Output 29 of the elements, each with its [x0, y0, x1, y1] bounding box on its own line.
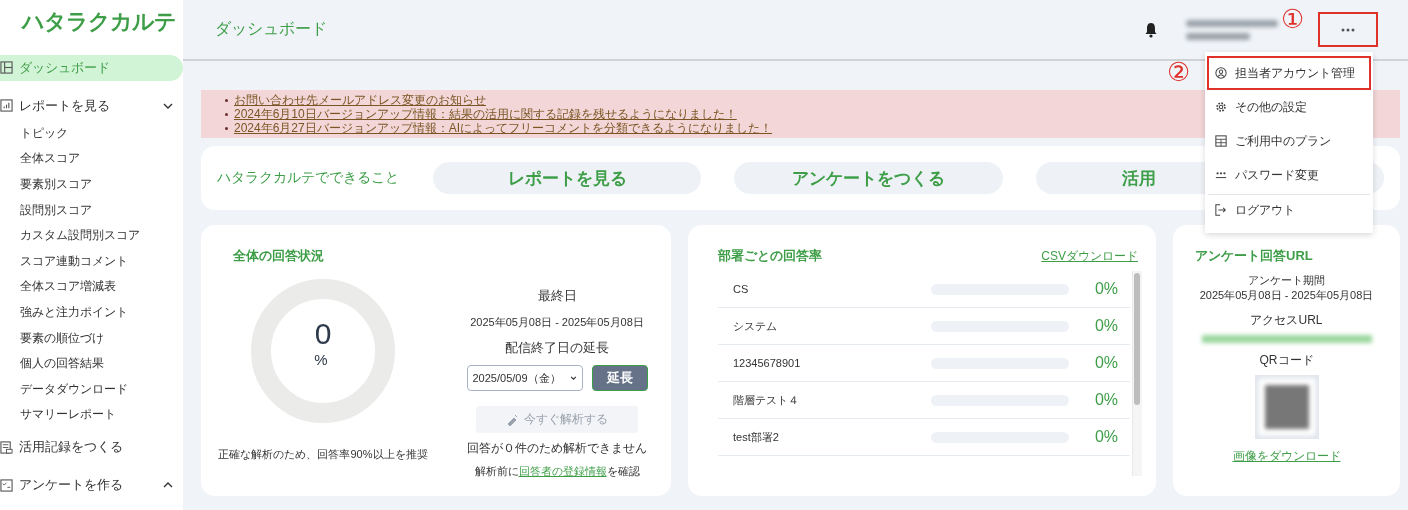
card-title: 全体の回答状況 — [233, 247, 325, 265]
department-name: 階層テスト４ — [732, 392, 800, 408]
department-name: test部署2 — [732, 429, 780, 445]
recommendation-text: 正確な解析のため、回答率90%以上を推奨 — [218, 447, 428, 462]
period-label: アンケート期間 — [1248, 273, 1325, 288]
rate-text: 0% — [1093, 391, 1119, 409]
rate-text: 0% — [1093, 317, 1119, 335]
department-name: 12345678901 — [732, 357, 802, 369]
features-title: ハタラクカルテでできること — [217, 169, 399, 187]
department-name: システム — [732, 318, 778, 334]
rate-unit: % — [314, 351, 328, 368]
department-name: CS — [732, 283, 750, 295]
rate-text: 0% — [1093, 428, 1119, 446]
access-url-label: アクセスURL — [1250, 312, 1323, 329]
card-title: 部署ごとの回答率 — [718, 247, 822, 265]
extend-label: 配信終了日の延長 — [505, 339, 609, 357]
qr-label: QRコード — [1259, 352, 1314, 369]
annotation-number: ② — [1167, 57, 1191, 87]
period-text: 2025年05月08日 - 2025年05月08日 — [470, 315, 644, 330]
annotation-number: ① — [1281, 4, 1305, 34]
period-text: 2025年05月08日 - 2025年05月08日 — [1199, 288, 1374, 303]
deadline-label: 最終日 — [537, 287, 577, 305]
page-title: ダッシュボード — [215, 19, 328, 39]
check-note: 解析前に回答者の登録情報を確認 — [474, 464, 640, 479]
rate-text: 0% — [1093, 280, 1119, 298]
rate-value: 0 — [314, 317, 332, 351]
card-title: アンケート回答URL — [1195, 247, 1314, 265]
analyze-message: 回答が０件のため解析できません — [467, 440, 647, 457]
rate-text: 0% — [1093, 354, 1119, 372]
